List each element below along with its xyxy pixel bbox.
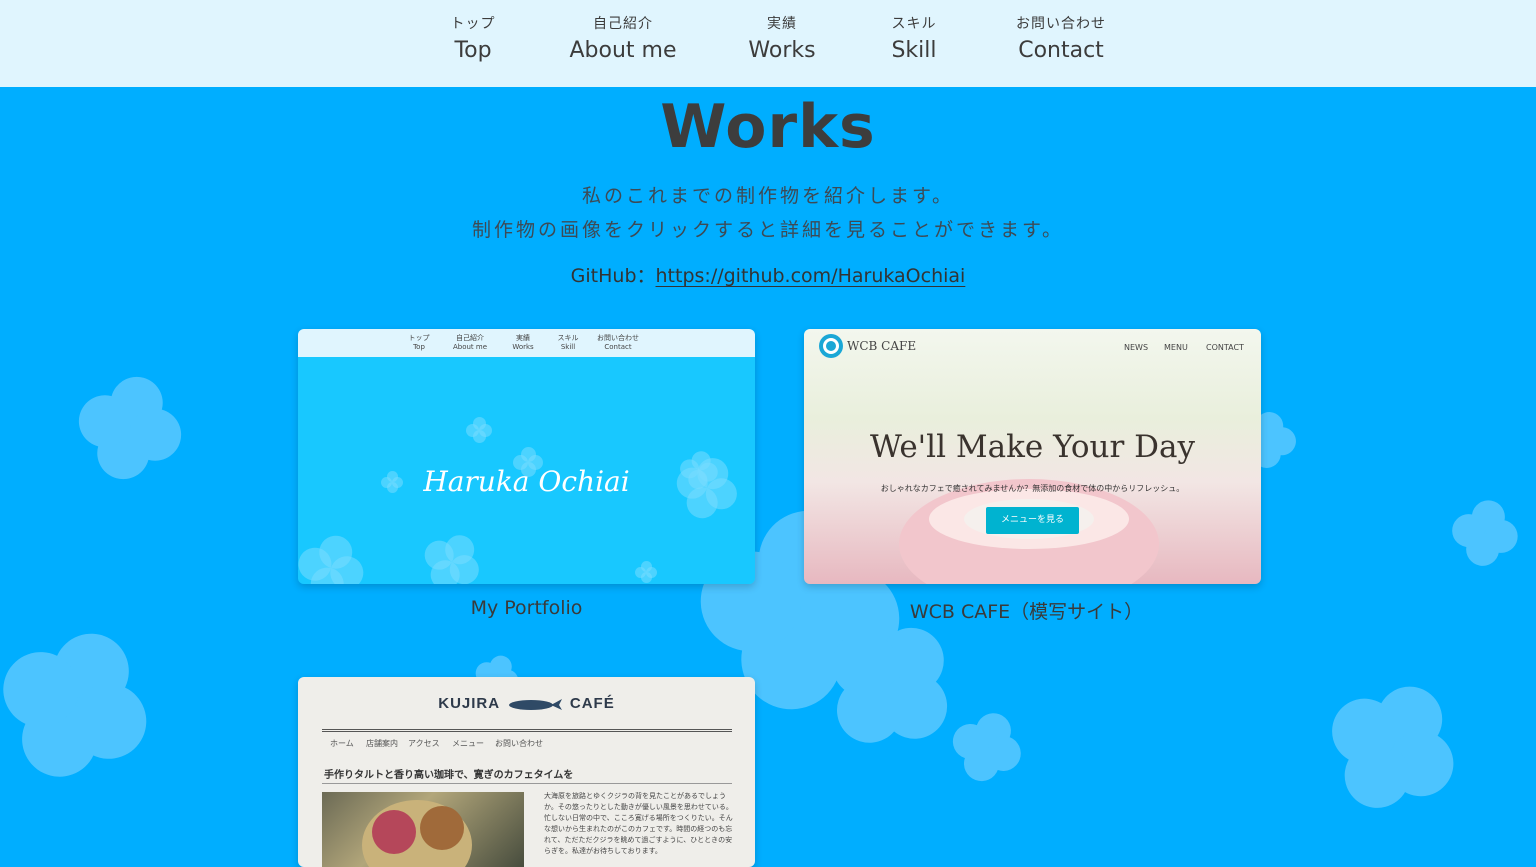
kujira-menu-item: ホーム xyxy=(330,739,354,748)
thumb-nav-ja: 実績 xyxy=(516,334,530,342)
nav-item-skill[interactable]: スキル Skill xyxy=(880,14,948,66)
description-line-1: 私のこれまでの制作物を紹介します。 xyxy=(581,185,955,207)
kujira-menu-item: お問い合わせ xyxy=(495,739,543,748)
divider xyxy=(322,783,732,784)
divider xyxy=(322,729,732,732)
thumb-page: KUJIRA CAFÉ ホーム 店舗案内 アクセス メニュー お問い合わせ 手作… xyxy=(298,677,755,867)
nav-item-top[interactable]: トップ Top xyxy=(443,14,503,66)
nav-item-en: Top xyxy=(454,38,492,63)
thumb-nav-en: Top xyxy=(413,343,425,351)
work-caption: WCB CAFE（模写サイト） xyxy=(909,601,1144,623)
kujira-logo-left: KUJIRA xyxy=(438,695,500,712)
github-link[interactable]: https://github.com/HarukaOchiai xyxy=(656,265,966,287)
clover-decoration xyxy=(635,561,657,583)
whale-icon xyxy=(508,699,562,711)
thumb-nav-en: Skill xyxy=(560,343,576,351)
clover-decoration xyxy=(412,522,491,584)
nav-item-en: Skill xyxy=(891,38,937,63)
thumb-nav-ja: お問い合わせ xyxy=(597,334,639,342)
nav-item-en: Works xyxy=(748,38,816,63)
kujira-menu-item: 店舗案内 xyxy=(366,739,398,748)
clover-decoration xyxy=(298,528,371,584)
clover-decoration xyxy=(466,417,492,443)
nav-item-en: About me xyxy=(569,38,677,63)
nav-item-ja: スキル xyxy=(891,16,937,32)
thumb-nav-en: Contact xyxy=(604,343,632,351)
nav-item-ja: 自己紹介 xyxy=(593,16,653,32)
kujira-logo: KUJIRA CAFÉ xyxy=(298,695,755,712)
global-nav: トップ Top 自己紹介 About me 実績 Works スキル Skill… xyxy=(0,0,1536,87)
kujira-body-text: 大海原を旅路とゆくクジラの背を見たことがあるでしょうか。その悠ったりとした動きが… xyxy=(544,792,733,855)
github-line: GitHub：https://github.com/HarukaOchiai xyxy=(0,261,1536,288)
nav-item-works[interactable]: 実績 Works xyxy=(742,14,822,66)
nav-item-ja: トップ xyxy=(450,16,496,32)
thumb-nav-ja: スキル xyxy=(557,334,579,342)
thumb-nav-en: About me xyxy=(452,343,488,351)
page-title: Works xyxy=(660,92,876,162)
thumb-nav-ja: 自己紹介 xyxy=(456,334,484,342)
cafe-headline: We'll Make Your Day xyxy=(869,429,1195,465)
cafe-menu-menu: MENU xyxy=(1164,343,1188,352)
cafe-menu-contact: CONTACT xyxy=(1206,343,1244,352)
nav-item-contact[interactable]: お問い合わせ Contact xyxy=(1005,14,1117,66)
clover-decoration xyxy=(0,605,175,804)
work-card-kujira-cafe[interactable]: KUJIRA CAFÉ ホーム 店舗案内 アクセス メニュー お問い合わせ 手作… xyxy=(298,677,755,867)
github-label: GitHub： xyxy=(570,265,656,287)
clover-decoration xyxy=(1447,495,1523,571)
thumb-nav-en: Works xyxy=(512,343,534,351)
thumb-hero: WCB CAFE NEWS MENU CONTACT We'll Make Yo… xyxy=(804,329,1261,584)
cafe-subtext: おしゃれなカフェで癒されてみませんか？無添加の食材で体の中からリフレッシュ。 xyxy=(880,484,1185,493)
description-line-2: 制作物の画像をクリックすると詳細を見ることができます。 xyxy=(471,219,1065,241)
work-card-wcb-cafe[interactable]: WCB CAFE NEWS MENU CONTACT We'll Make Yo… xyxy=(804,329,1261,584)
clover-decoration xyxy=(1304,658,1482,836)
cafe-menu-button: メニューを見る xyxy=(986,507,1079,534)
nav-item-ja: 実績 xyxy=(767,16,797,32)
kujira-logo-right: CAFÉ xyxy=(569,695,615,712)
thumb-name: Haruka Ochiai xyxy=(423,465,630,498)
thumb-nav-ja: トップ xyxy=(408,334,430,342)
kujira-menu-item: アクセス xyxy=(408,739,440,748)
work-card-portfolio[interactable]: トップ Top 自己紹介 About me 実績 Works スキル Skill… xyxy=(298,329,755,584)
clover-decoration xyxy=(66,364,193,491)
cafe-menu-news: NEWS xyxy=(1124,343,1149,352)
cafe-logo-icon xyxy=(819,334,843,358)
kujira-menu-item: メニュー xyxy=(452,739,484,748)
cafe-logo: WCB CAFE xyxy=(847,339,917,353)
work-caption: My Portfolio xyxy=(470,597,583,619)
tart-photo xyxy=(322,792,524,867)
nav-item-en: Contact xyxy=(1018,38,1104,63)
thumb-nav: トップ Top 自己紹介 About me 実績 Works スキル Skill… xyxy=(298,329,755,357)
clover-decoration xyxy=(942,702,1032,792)
nav-item-ja: お問い合わせ xyxy=(1016,16,1106,32)
kujira-heading: 手作りタルトと香り高い珈琲で、寛ぎのカフェタイムを xyxy=(324,770,574,781)
nav-item-about[interactable]: 自己紹介 About me xyxy=(568,14,678,66)
thumb-hero: Haruka Ochiai xyxy=(298,357,755,584)
